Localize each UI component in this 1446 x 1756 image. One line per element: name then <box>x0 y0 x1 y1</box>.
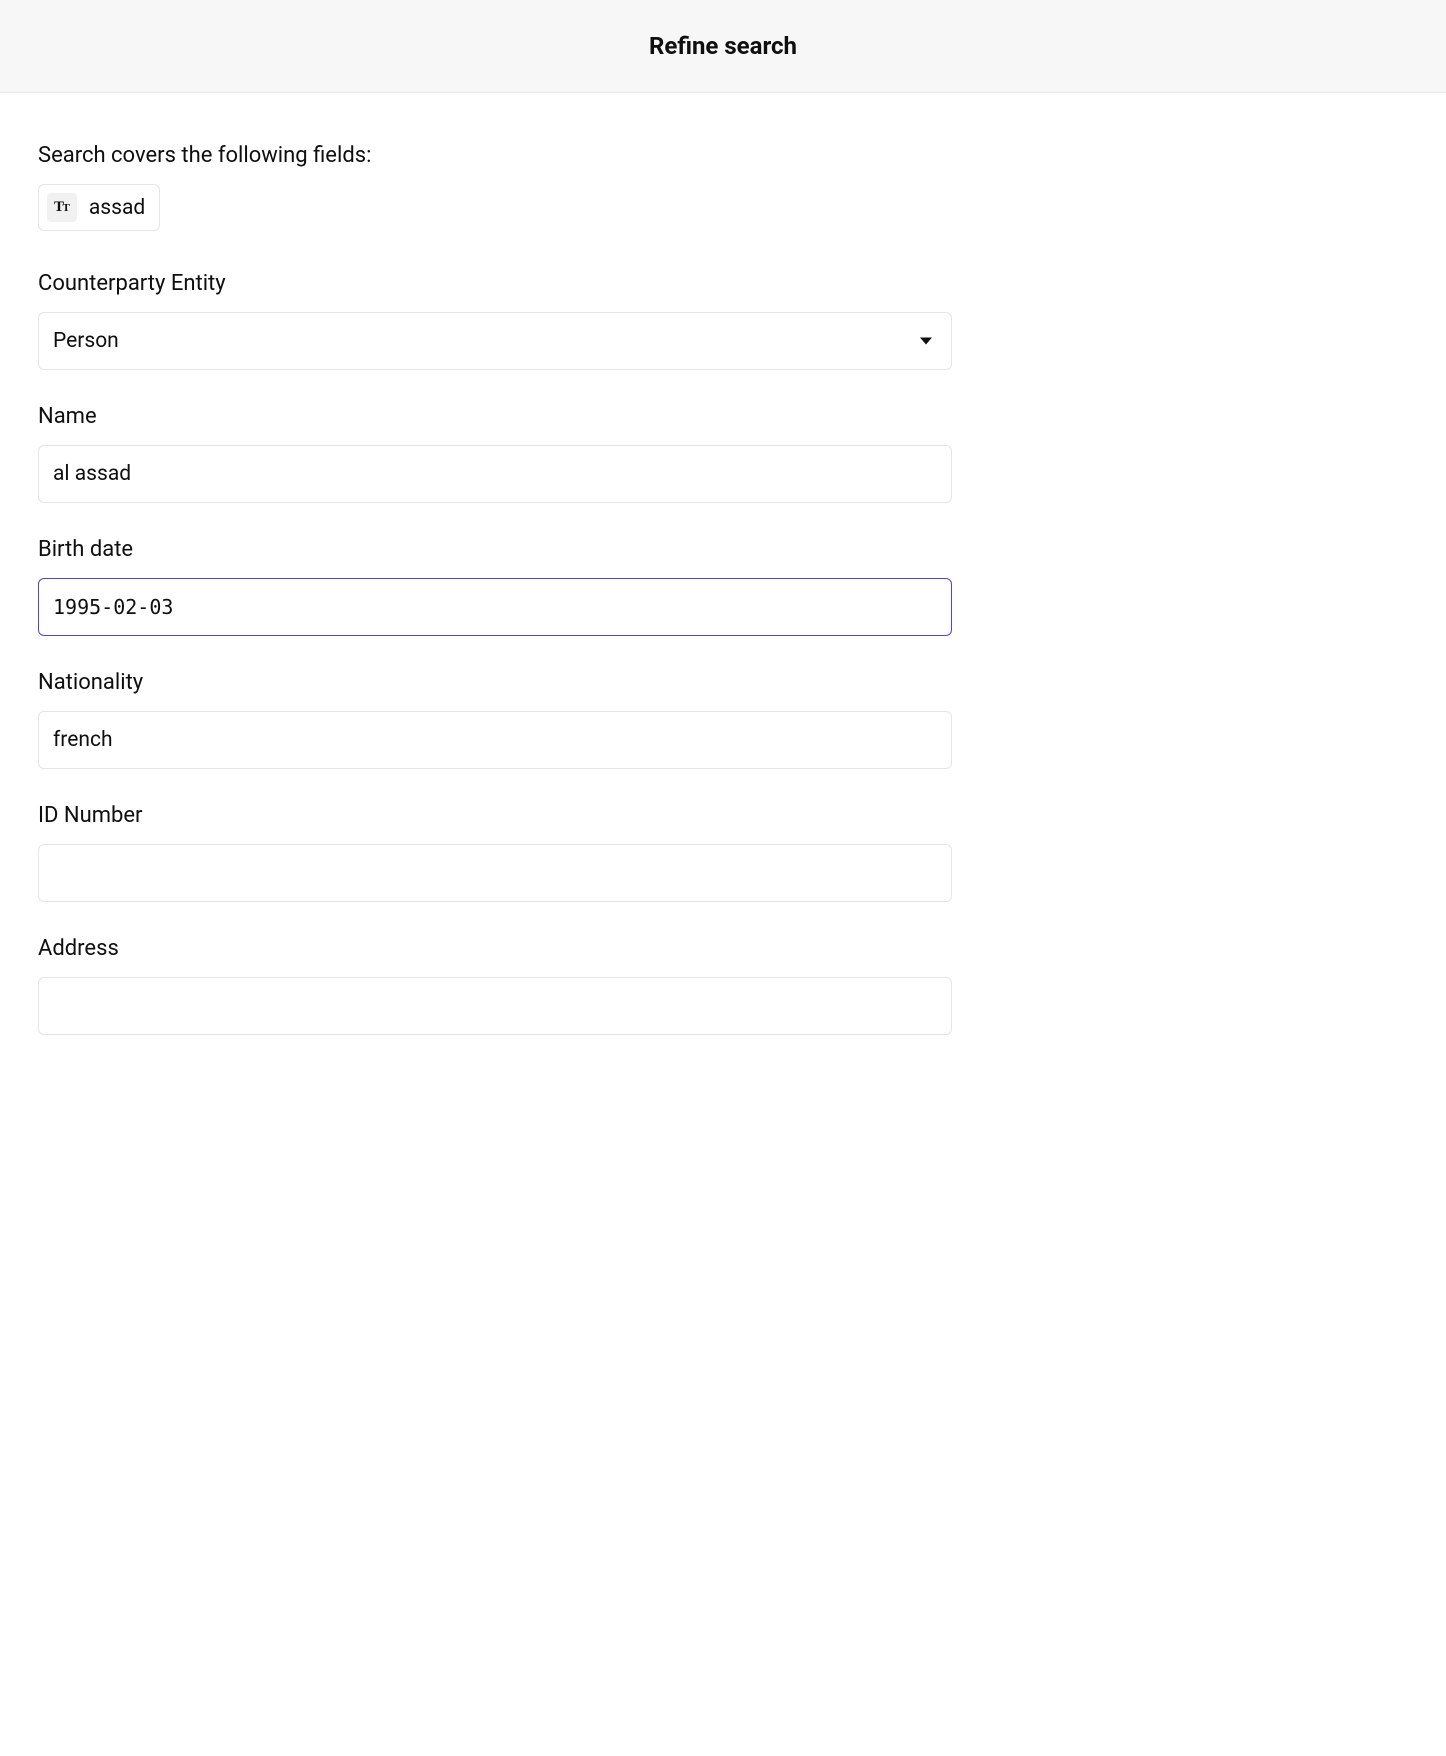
form-content: Search covers the following fields: TT a… <box>0 93 990 1107</box>
birth-date-label: Birth date <box>38 537 952 562</box>
counterparty-entity-select[interactable]: Person <box>38 312 952 370</box>
id-number-group: ID Number <box>38 803 952 902</box>
text-type-icon: TT <box>47 193 77 222</box>
counterparty-entity-select-wrapper: Person <box>38 312 952 370</box>
name-input[interactable] <box>38 445 952 503</box>
nationality-input[interactable] <box>38 711 952 769</box>
address-group: Address <box>38 936 952 1035</box>
address-input[interactable] <box>38 977 952 1035</box>
birth-date-input[interactable] <box>38 578 952 636</box>
counterparty-entity-label: Counterparty Entity <box>38 271 952 296</box>
birth-date-group: Birth date <box>38 537 952 636</box>
search-fields-label: Search covers the following fields: <box>38 143 952 168</box>
name-group: Name <box>38 404 952 503</box>
page-title: Refine search <box>0 32 1446 60</box>
search-tag[interactable]: TT assad <box>38 184 160 231</box>
id-number-input[interactable] <box>38 844 952 902</box>
nationality-group: Nationality <box>38 670 952 769</box>
counterparty-entity-group: Counterparty Entity Person <box>38 271 952 370</box>
nationality-label: Nationality <box>38 670 952 695</box>
search-tag-label: assad <box>89 196 145 220</box>
address-label: Address <box>38 936 952 961</box>
page-header: Refine search <box>0 0 1446 93</box>
id-number-label: ID Number <box>38 803 952 828</box>
name-label: Name <box>38 404 952 429</box>
